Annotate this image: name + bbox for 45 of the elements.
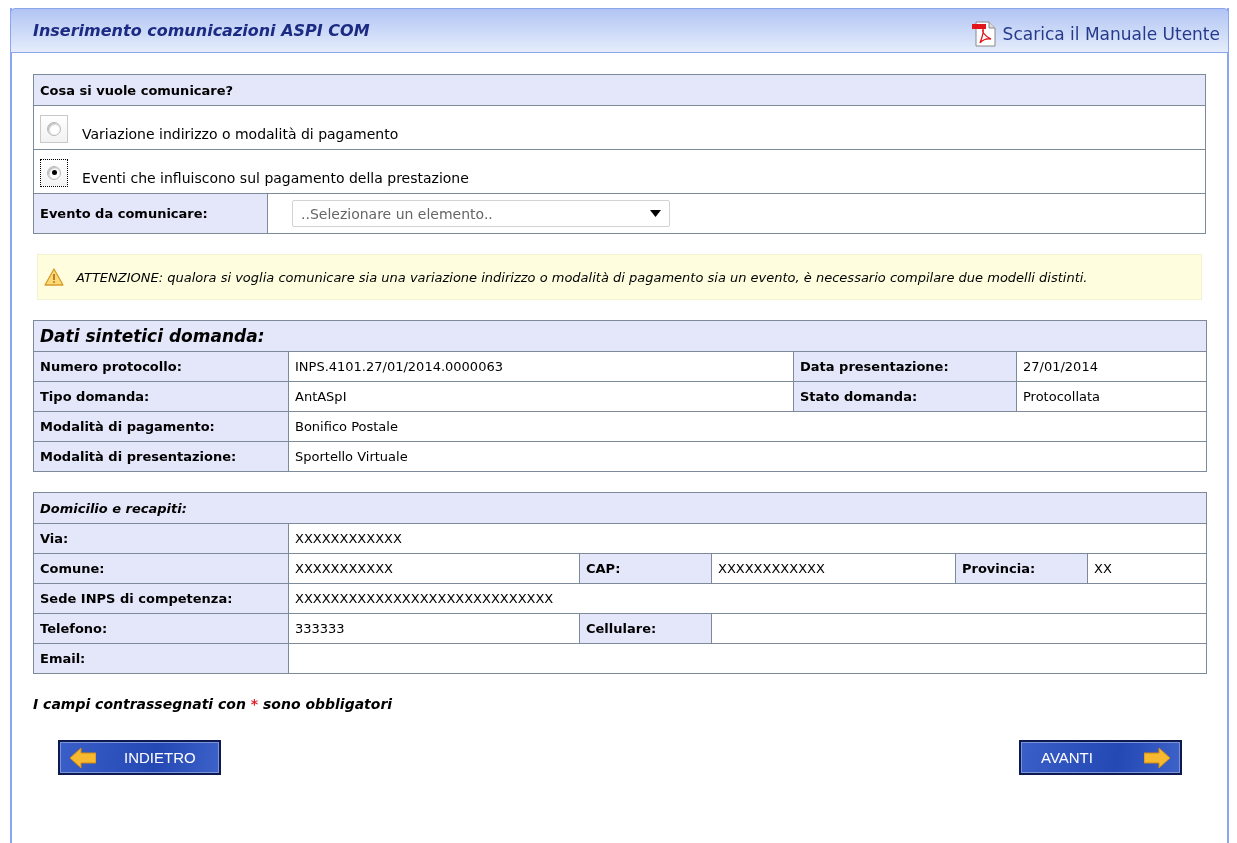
field-value: Bonifico Postale (288, 411, 1207, 442)
field-label: Email: (33, 643, 289, 674)
field-value: XXXXXXXXXXXXXXXXXXXXXXXXXXXXX (288, 583, 1207, 614)
field-value: 27/01/2014 (1016, 351, 1207, 382)
field-value: XX (1087, 553, 1207, 584)
field-label: Numero protocollo: (33, 351, 289, 382)
radio-button[interactable] (40, 158, 68, 187)
radio-label[interactable]: Eventi che influiscono sul pagamento della prestazione (82, 169, 469, 187)
field-value: Protocollata (1016, 381, 1207, 412)
event-dropdown[interactable]: ..Selezionare un elemento.. (292, 200, 670, 227)
field-value: Sportello Virtuale (288, 441, 1207, 472)
field-value: XXXXXXXXXXXX (288, 523, 1207, 554)
next-button[interactable]: AVANTI (1019, 740, 1182, 775)
field-label: Telefono: (33, 613, 289, 644)
field-label: Via: (33, 523, 289, 554)
required-fields-note: I campi contrassegnati con * sono obbligatori (33, 696, 394, 712)
caret-icon (650, 210, 661, 217)
field-value: XXXXXXXXXXXX (711, 553, 956, 584)
section-heading: Dati sintetici domanda: (33, 320, 1207, 352)
field-label: Cellulare: (579, 613, 712, 644)
field-label: CAP: (579, 553, 712, 584)
left-arrow-icon (70, 747, 96, 768)
radio-label[interactable]: Variazione indirizzo o modalità di pagamento (82, 125, 399, 143)
pdf-icon (970, 20, 997, 47)
warning-message: ATTENZIONE: qualora si voglia comunicare sia una variazione indirizzo o modalità di pagamento sia un evento, è necessario compilare due modelli distinti. (76, 268, 1089, 286)
field-value: XXXXXXXXXXX (288, 553, 580, 584)
field-label: Evento da comunicare: (33, 193, 268, 234)
back-button[interactable]: INDIETRO (58, 740, 221, 775)
field-value: AntASpI (288, 381, 794, 412)
manual-link[interactable]: Scarica il Manuale Utente (970, 14, 1220, 47)
page-title: Inserimento comunicazioni ASPI COM (33, 21, 370, 40)
field-label: Modalità di presentazione: (33, 441, 289, 472)
field-label: Data presentazione: (793, 351, 1017, 382)
field-label: Sede INPS di competenza: (33, 583, 289, 614)
field-label: Modalità di pagamento: (33, 411, 289, 442)
section-heading: Domicilio e recapiti: (33, 492, 1207, 524)
field-label: Stato domanda: (793, 381, 1017, 412)
section-heading: Cosa si vuole comunicare? (33, 74, 1206, 106)
field-value: INPS.4101.27/01/2014.0000063 (288, 351, 794, 382)
warning-icon (44, 268, 64, 286)
field-label: Comune: (33, 553, 289, 584)
field-label: Provincia: (955, 553, 1088, 584)
right-arrow-icon (1144, 747, 1170, 768)
field-label: Tipo domanda: (33, 381, 289, 412)
field-value: 333333 (288, 613, 580, 644)
